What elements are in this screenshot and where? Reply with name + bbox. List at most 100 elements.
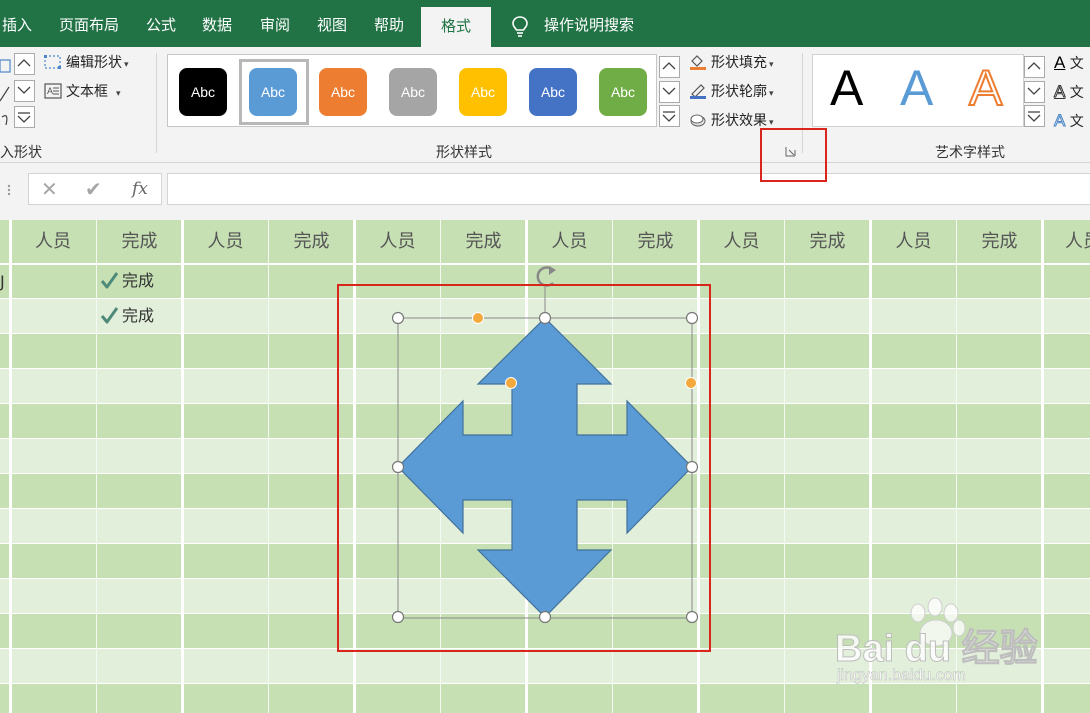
done-cell[interactable]: 完成 bbox=[100, 298, 154, 333]
shape-styles-group-label: 形状样式 bbox=[436, 145, 492, 161]
text-effects-label: 文 bbox=[1069, 114, 1084, 130]
header-cell[interactable]: 人员 bbox=[183, 220, 268, 263]
ribbon: 编辑形状 ▾ A 文本框 ▾ 入形状 Abc Abc Abc Abc Abc Abc… bbox=[0, 47, 1090, 163]
header-cell[interactable]: 完成 bbox=[613, 220, 698, 263]
style-swatch-black[interactable]: Abc bbox=[179, 68, 227, 116]
baidu-watermark: Bai du 经验 jingyan.baidu.com bbox=[835, 595, 1039, 690]
header-cell[interactable]: 人员 bbox=[1043, 220, 1090, 263]
tab-format[interactable]: 格式 bbox=[421, 7, 492, 47]
chevron-up-icon bbox=[1027, 62, 1041, 70]
text-fill-label: 文 bbox=[1069, 56, 1084, 72]
watermark-logo-text: Bai du 经验 bbox=[835, 628, 1039, 671]
styles-more[interactable] bbox=[659, 105, 680, 127]
style-swatch-green[interactable]: Abc bbox=[599, 68, 647, 116]
header-cell[interactable]: 完成 bbox=[441, 220, 526, 263]
grid-line bbox=[268, 220, 269, 713]
shape-fill-button[interactable]: 形状填充 ▾ bbox=[689, 52, 774, 74]
tab-view[interactable]: 视图 bbox=[317, 0, 347, 47]
shapes-scroll-up[interactable] bbox=[14, 53, 35, 75]
chevron-up-icon bbox=[662, 62, 676, 70]
shape-effects-label: 形状效果 bbox=[711, 113, 767, 129]
insert-shapes-group-label: 入形状 bbox=[0, 145, 42, 161]
style-swatch-orange[interactable]: Abc bbox=[319, 68, 367, 116]
tab-review[interactable]: 审阅 bbox=[260, 0, 290, 47]
done-cell-text: 完成 bbox=[122, 271, 155, 290]
cell-fragment[interactable]: J bbox=[0, 272, 5, 291]
shape-styles-gallery: Abc Abc Abc Abc Abc Abc Abc bbox=[167, 54, 657, 127]
shape-effects-icon bbox=[690, 114, 706, 127]
shape-outline-button[interactable]: 形状轮廓 ▾ bbox=[689, 81, 774, 103]
shapes-scroll-down[interactable] bbox=[14, 80, 35, 102]
text-effects-button[interactable]: A 文 bbox=[1053, 110, 1084, 132]
watermark-url: jingyan.baidu.com bbox=[837, 667, 966, 685]
header-cell[interactable]: 人员 bbox=[699, 220, 784, 263]
header-cell[interactable]: 人员 bbox=[871, 220, 956, 263]
style-swatch-gold[interactable]: Abc bbox=[459, 68, 507, 116]
style-swatch-gray[interactable]: Abc bbox=[389, 68, 437, 116]
edit-shape-button[interactable]: 编辑形状 ▾ bbox=[44, 52, 129, 74]
header-cell[interactable]: 人员 bbox=[355, 220, 440, 263]
pen-icon bbox=[690, 84, 706, 99]
formula-buttons: ✕ ✔ fx bbox=[28, 173, 162, 205]
header-cell[interactable]: 完成 bbox=[97, 220, 182, 263]
shapes-more[interactable] bbox=[14, 106, 35, 128]
tab-data[interactable]: 数据 bbox=[202, 0, 232, 47]
styles-scroll-up[interactable] bbox=[659, 56, 680, 78]
ribbon-separator bbox=[156, 53, 157, 153]
excel-window: 插入 页面布局 公式 数据 审阅 视图 帮助 格式 操作说明搜索 编辑形状 ▾ … bbox=[0, 0, 1090, 713]
shape-outline-label: 形状轮廓 bbox=[711, 84, 767, 100]
wordart-orange-outline[interactable]: A bbox=[968, 59, 1003, 117]
text-box-button[interactable]: A 文本框 ▾ bbox=[44, 81, 121, 103]
text-fill-button[interactable]: A 文 bbox=[1054, 52, 1084, 74]
chevron-down-icon bbox=[1027, 87, 1041, 95]
ribbon-tab-bar: 插入 页面布局 公式 数据 审阅 视图 帮助 格式 操作说明搜索 bbox=[0, 0, 1090, 47]
grid-line bbox=[784, 220, 785, 713]
text-outline-button[interactable]: A 文 bbox=[1053, 81, 1083, 103]
text-box-label: 文本框 bbox=[66, 84, 108, 100]
wordart-scroll-down[interactable] bbox=[1024, 81, 1045, 103]
done-cell-text: 完成 bbox=[122, 306, 155, 325]
wordart-black[interactable]: A bbox=[830, 59, 863, 117]
cancel-icon[interactable]: ✕ bbox=[41, 177, 58, 201]
checkmark-icon bbox=[100, 307, 119, 324]
paint-bucket-icon bbox=[690, 55, 706, 70]
wordart-blue[interactable]: A bbox=[900, 59, 933, 117]
done-cell[interactable]: 完成 bbox=[100, 263, 154, 298]
enter-icon[interactable]: ✔ bbox=[85, 177, 102, 201]
highlight-box-launcher bbox=[760, 128, 827, 182]
header-cell[interactable]: 人员 bbox=[527, 220, 612, 263]
edit-shape-label: 编辑形状 bbox=[66, 55, 122, 71]
wordart-group-label: 艺术字样式 bbox=[935, 145, 1005, 161]
text-fill-icon: A bbox=[1054, 53, 1066, 72]
grid-line bbox=[0, 263, 1090, 265]
tab-help[interactable]: 帮助 bbox=[374, 0, 404, 47]
style-swatch-dark-blue[interactable]: Abc bbox=[529, 68, 577, 116]
text-box-icon: A bbox=[44, 83, 62, 99]
grid-line bbox=[9, 220, 12, 713]
chevron-down-icon bbox=[662, 87, 676, 95]
style-swatch-blue[interactable]: Abc bbox=[249, 68, 297, 116]
wordart-scroll-up[interactable] bbox=[1024, 56, 1045, 78]
insert-function-icon[interactable]: fx bbox=[132, 179, 148, 199]
wordart-more[interactable] bbox=[1024, 105, 1045, 127]
shapes-gallery-icon[interactable] bbox=[0, 57, 12, 127]
styles-scroll-down[interactable] bbox=[659, 81, 680, 103]
grid-line bbox=[181, 220, 184, 713]
formula-input[interactable] bbox=[167, 173, 1090, 205]
lightbulb-icon[interactable] bbox=[512, 16, 528, 38]
svg-text:A: A bbox=[47, 86, 53, 96]
header-cell[interactable]: 完成 bbox=[269, 220, 354, 263]
text-outline-icon: A bbox=[1053, 82, 1066, 102]
highlight-box-shape bbox=[337, 284, 711, 652]
tab-page-layout[interactable]: 页面布局 bbox=[59, 0, 119, 47]
edit-shape-icon bbox=[44, 55, 61, 69]
chevron-down-icon bbox=[17, 86, 31, 94]
header-cell[interactable]: 完成 bbox=[785, 220, 870, 263]
header-cell[interactable]: 完成 bbox=[957, 220, 1042, 263]
tab-formulas[interactable]: 公式 bbox=[146, 0, 176, 47]
drag-handle-icon[interactable] bbox=[6, 184, 12, 196]
chevron-up-icon bbox=[17, 59, 31, 67]
header-cell[interactable]: 人员 bbox=[10, 220, 96, 263]
tab-insert[interactable]: 插入 bbox=[2, 0, 32, 47]
tell-me-search[interactable]: 操作说明搜索 bbox=[544, 0, 634, 47]
